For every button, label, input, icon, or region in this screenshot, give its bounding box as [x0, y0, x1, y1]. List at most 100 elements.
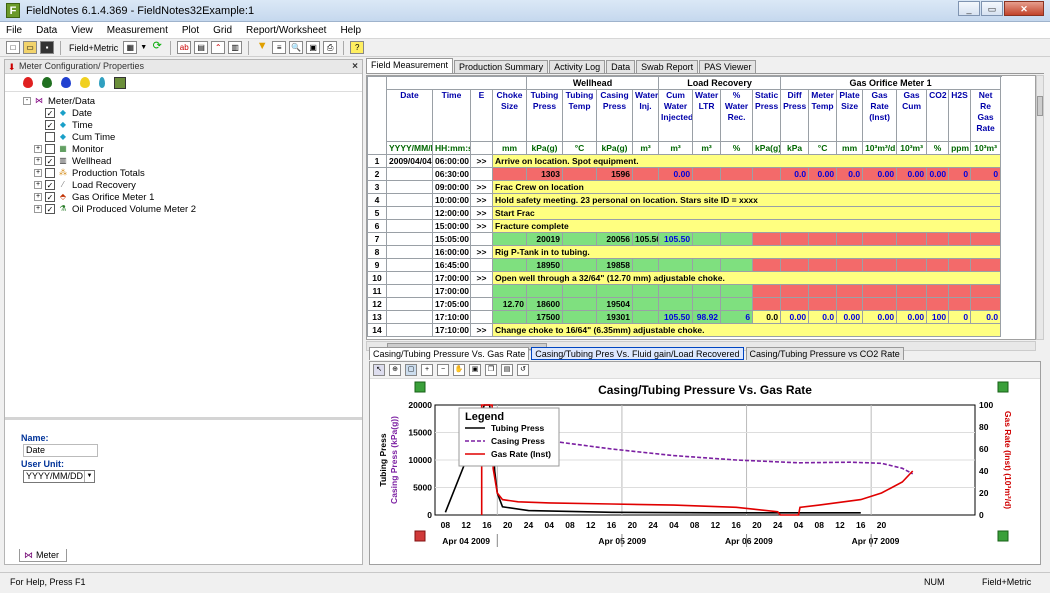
table-row[interactable]: 12 17:05:00 12.70 18600 19504 [367, 297, 1002, 311]
filter-icon[interactable]: ▼ [255, 41, 269, 54]
meter-grid-icon[interactable] [114, 76, 126, 89]
table-cell[interactable]: 105.50 [631, 232, 660, 246]
date-cell[interactable] [386, 232, 433, 246]
close-panel-icon[interactable]: × [352, 60, 358, 73]
checkbox[interactable]: ✓ [45, 192, 55, 202]
table-cell[interactable]: 19858 [596, 258, 633, 272]
date-cell[interactable] [386, 219, 433, 233]
date-cell[interactable] [386, 193, 433, 207]
blue-drop-icon[interactable] [61, 77, 71, 88]
red-drop-icon[interactable] [23, 77, 33, 88]
table-cell[interactable]: 19504 [596, 297, 633, 311]
event-marker[interactable]: >> [470, 206, 493, 220]
column-header[interactable]: Casing Press [596, 89, 633, 142]
table-cell[interactable] [896, 297, 928, 311]
table-cell[interactable] [596, 284, 633, 298]
time-cell[interactable]: 12:00:00 [432, 206, 471, 220]
event-marker[interactable]: >> [470, 180, 493, 194]
event-message[interactable]: Change choke to 16/64" (6.35mm) adjustab… [491, 323, 1002, 337]
event-message[interactable]: Rig P-Tank in to tubing. [491, 245, 1002, 259]
date-cell[interactable] [386, 258, 433, 272]
table-cell[interactable] [948, 297, 972, 311]
table-cell[interactable]: 105.50 [658, 310, 694, 324]
table-cell[interactable]: 20056 [596, 232, 633, 246]
minimize-button[interactable]: _ [958, 1, 980, 16]
table-cell[interactable] [752, 297, 782, 311]
table-cell[interactable] [836, 258, 864, 272]
print-chart-icon[interactable]: ▣ [469, 364, 481, 376]
menu-help[interactable]: Help [340, 25, 361, 36]
table-cell[interactable] [631, 284, 660, 298]
table-cell[interactable] [808, 232, 838, 246]
table-cell[interactable]: 0.00 [658, 167, 694, 181]
table-cell[interactable] [562, 284, 597, 298]
table-cell[interactable] [752, 258, 782, 272]
table-cell[interactable] [780, 297, 810, 311]
table-cell[interactable]: 0.00 [926, 167, 950, 181]
table-cell[interactable]: 0.00 [808, 167, 838, 181]
row-number[interactable]: 3 [367, 180, 387, 194]
chevron-down-icon[interactable]: ▼ [140, 44, 147, 51]
checkbox[interactable]: ✓ [45, 156, 55, 166]
chevron-down-icon[interactable]: ▼ [84, 471, 94, 482]
column-header[interactable]: Water LTR [692, 89, 722, 142]
table-cell[interactable] [492, 167, 527, 181]
column-header[interactable]: Plate Size [836, 89, 864, 142]
table-cell[interactable]: 1303 [526, 167, 563, 181]
table-row[interactable]: 2 06:30:00 1303 1596 0.00 0.0 0.00 0.0 0.00 0.00 0… [367, 167, 1002, 181]
table-row[interactable]: 13 17:10:00 17500 19301 105.50 98.92 6 0.0 0.00 0… [367, 310, 1002, 324]
date-cell[interactable] [386, 206, 433, 220]
row-number[interactable]: 14 [367, 323, 387, 337]
row-number[interactable]: 4 [367, 193, 387, 207]
table-cell[interactable] [970, 284, 1002, 298]
green-drop-icon[interactable] [42, 77, 52, 88]
refresh-icon[interactable]: ⟳ [150, 41, 164, 54]
date-cell[interactable] [386, 245, 433, 259]
chart-icon[interactable]: ⌃ [211, 41, 226, 54]
date-cell[interactable] [386, 180, 433, 194]
checkbox[interactable] [45, 144, 55, 154]
table-cell[interactable] [720, 232, 754, 246]
event-marker[interactable]: >> [470, 193, 493, 207]
tab-pas-viewer[interactable]: PAS Viewer [699, 60, 757, 73]
event-marker[interactable]: >> [470, 271, 493, 285]
row-number[interactable]: 6 [367, 219, 387, 233]
pan-icon[interactable]: ✋ [453, 364, 465, 376]
date-cell[interactable] [386, 310, 433, 324]
event-marker[interactable] [470, 232, 493, 246]
user-unit-select[interactable]: YYYY/MM/DD ▼ [23, 470, 95, 483]
table-cell[interactable] [720, 167, 754, 181]
time-cell[interactable]: 10:00:00 [432, 193, 471, 207]
row-number[interactable]: 7 [367, 232, 387, 246]
grid-vertical-scrollbar[interactable] [1036, 75, 1044, 340]
table-cell[interactable] [780, 232, 810, 246]
table-cell[interactable] [720, 284, 754, 298]
table-cell[interactable]: 19301 [596, 310, 633, 324]
select-box-icon[interactable]: ▢ [405, 364, 417, 376]
event-message[interactable]: Start Frac [491, 206, 1002, 220]
small-drop-icon[interactable] [99, 77, 105, 88]
table-cell[interactable]: 0.00 [896, 310, 928, 324]
checkbox[interactable]: ✓ [45, 180, 55, 190]
table-cell[interactable] [752, 284, 782, 298]
menu-measurement[interactable]: Measurement [107, 25, 168, 36]
table-cell[interactable] [692, 258, 722, 272]
table-cell[interactable]: 17500 [526, 310, 563, 324]
properties-icon[interactable]: ▤ [501, 364, 513, 376]
table-cell[interactable] [631, 167, 660, 181]
units-selector[interactable]: Field+Metric [69, 43, 118, 53]
table-cell[interactable] [896, 258, 928, 272]
menu-plot[interactable]: Plot [182, 25, 199, 36]
menu-data[interactable]: Data [36, 25, 57, 36]
tab-field-measurement[interactable]: Field Measurement [366, 58, 454, 73]
restore-button[interactable]: ▭ [981, 1, 1003, 16]
table-cell[interactable] [948, 258, 972, 272]
row-number[interactable]: 12 [367, 297, 387, 311]
table-row[interactable]: 3 09:00:00 >> Frac Crew on location [367, 180, 1002, 194]
table-cell[interactable] [836, 284, 864, 298]
table-cell[interactable] [970, 258, 1002, 272]
time-cell[interactable]: 17:00:00 [432, 271, 471, 285]
column-header[interactable]: Net Re Gas Rate [970, 89, 1002, 142]
date-cell[interactable]: 2009/04/04 [386, 154, 433, 168]
time-cell[interactable]: 06:30:00 [432, 167, 471, 181]
